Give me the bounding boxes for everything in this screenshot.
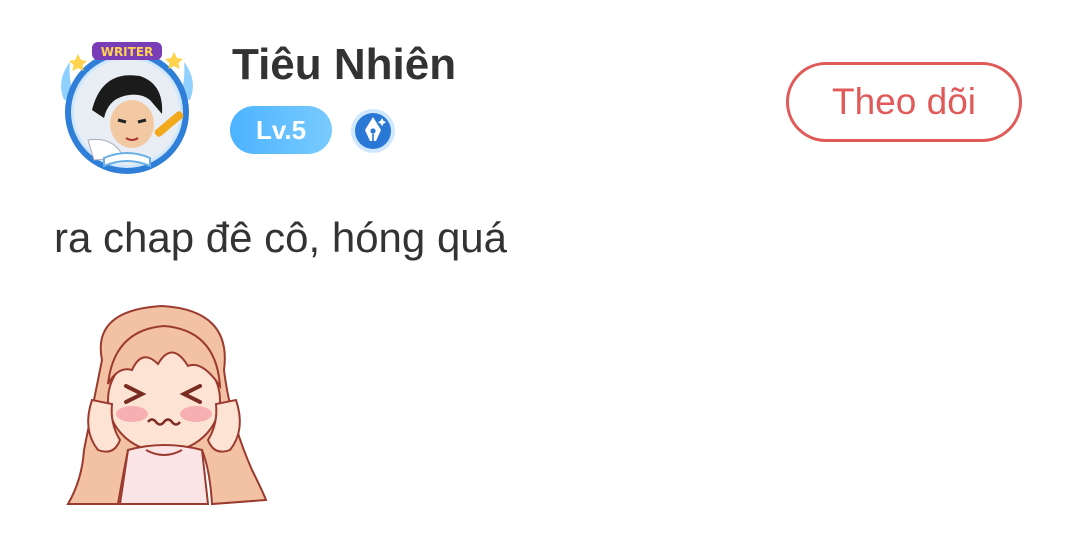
level-badge: Lv.5 bbox=[230, 106, 332, 154]
follow-button[interactable]: Theo dõi bbox=[786, 62, 1022, 142]
fountain-pen-icon bbox=[350, 108, 396, 154]
comment-text: ra chap đê cô, hóng quá bbox=[54, 214, 508, 261]
svg-text:WRITER: WRITER bbox=[101, 45, 154, 59]
username[interactable]: Tiêu Nhiên bbox=[232, 40, 456, 90]
writer-avatar-icon: WRITER bbox=[61, 42, 193, 174]
embarrassed-girl-sticker bbox=[62, 300, 272, 506]
avatar[interactable]: WRITER bbox=[54, 40, 200, 178]
